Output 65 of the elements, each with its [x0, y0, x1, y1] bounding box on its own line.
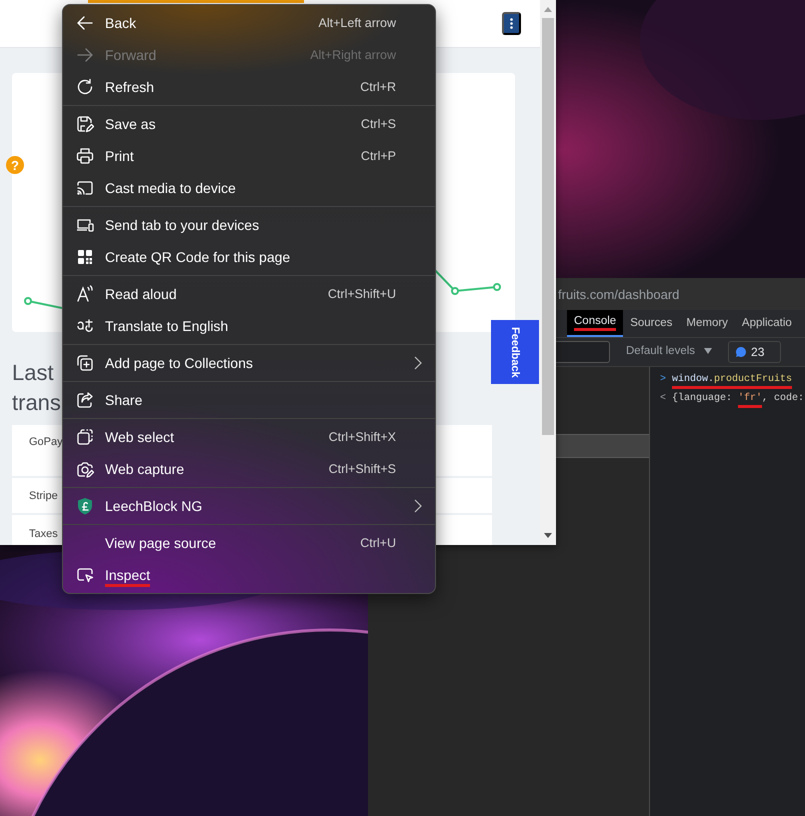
scroll-down-icon[interactable]	[544, 533, 552, 538]
menu-item[interactable]: Read aloud Ctrl+Shift+U	[63, 278, 435, 310]
prompt-marker: <	[660, 393, 667, 404]
read-aloud-icon	[76, 285, 94, 303]
cast-icon	[76, 179, 94, 197]
menu-item[interactable]: Print Ctrl+P	[63, 140, 435, 172]
shortcut-label: Ctrl+Shift+S	[328, 462, 396, 476]
message-icon	[735, 346, 748, 358]
collections-icon	[76, 354, 94, 372]
shortcut-label: Ctrl+R	[360, 80, 396, 94]
menu-item[interactable]: View page source Ctrl+U	[63, 527, 435, 559]
qr-code-icon	[76, 248, 94, 266]
share-icon	[76, 391, 94, 409]
scrollbar-thumb[interactable]	[542, 18, 554, 435]
section-heading: Last trans	[12, 359, 62, 417]
scroll-up-icon[interactable]	[544, 7, 552, 12]
transaction-label: Taxes	[29, 528, 58, 540]
more-button[interactable]	[502, 12, 521, 35]
page-url: fruits.com/dashboard	[558, 286, 680, 302]
shortcut-label: Ctrl+S	[360, 117, 396, 131]
transaction-label: Stripe	[29, 490, 58, 502]
filter-field[interactable]	[556, 341, 610, 363]
more-icon	[510, 18, 513, 29]
forward-arrow-icon	[76, 46, 94, 64]
message-count: 23	[751, 345, 764, 359]
shortcut-label: Alt+Left arrow	[318, 16, 396, 30]
prompt-marker: >	[660, 374, 667, 385]
devtools-tab[interactable]: Console	[567, 310, 624, 337]
levels-dropdown[interactable]: Default levels	[619, 345, 720, 359]
feedback-button[interactable]: Feedback	[491, 320, 539, 384]
menu-item[interactable]: Create QR Code for this page	[63, 241, 435, 273]
menu-item[interactable]: Translate to English	[63, 310, 435, 342]
menu-item[interactable]: Inspect	[63, 559, 435, 591]
menu-item[interactable]: Share	[63, 384, 435, 416]
menu-item[interactable]: Add page to Collections	[63, 347, 435, 379]
menu-item[interactable]: Save as Ctrl+S	[63, 108, 435, 140]
devtools-tab[interactable]: Applicatio	[734, 310, 799, 337]
web-select-icon	[76, 428, 94, 446]
shortcut-label: Ctrl+P	[360, 149, 396, 163]
menu-item[interactable]: Send tab to your devices	[63, 209, 435, 241]
menu-item[interactable]: Web capture Ctrl+Shift+S	[63, 453, 435, 485]
back-arrow-icon	[76, 14, 94, 32]
shortcut-label: Alt+Right arrow	[310, 48, 396, 62]
devtools-tab[interactable]: Memory	[679, 310, 735, 337]
inspect-icon	[76, 566, 94, 584]
save-icon	[76, 115, 94, 133]
menu-item[interactable]: Refresh Ctrl+R	[63, 71, 435, 103]
refresh-icon	[76, 78, 94, 96]
printer-icon	[76, 147, 94, 165]
transaction-label: GoPay	[29, 436, 63, 448]
shield-icon	[76, 497, 94, 515]
caret-icon	[704, 348, 712, 354]
messages-badge[interactable]: 23	[728, 341, 782, 363]
sidebar-row[interactable]	[556, 434, 649, 458]
menu-item[interactable]: Cast media to device	[63, 172, 435, 204]
shortcut-label: Ctrl+Shift+U	[328, 287, 396, 301]
camera-pen-icon	[76, 460, 94, 478]
devtools-tab[interactable]: Sources	[623, 310, 680, 337]
menu-item[interactable]: LeechBlock NG	[63, 490, 435, 522]
scrollbar[interactable]	[540, 0, 556, 545]
chart-line-segment	[24, 296, 62, 312]
shortcut-label: Ctrl+U	[360, 536, 396, 550]
menu-item[interactable]: Web select Ctrl+Shift+X	[63, 421, 435, 453]
shortcut-label: Ctrl+Shift+X	[328, 430, 396, 444]
menu-item[interactable]: Back Alt+Left arrow	[63, 7, 435, 39]
